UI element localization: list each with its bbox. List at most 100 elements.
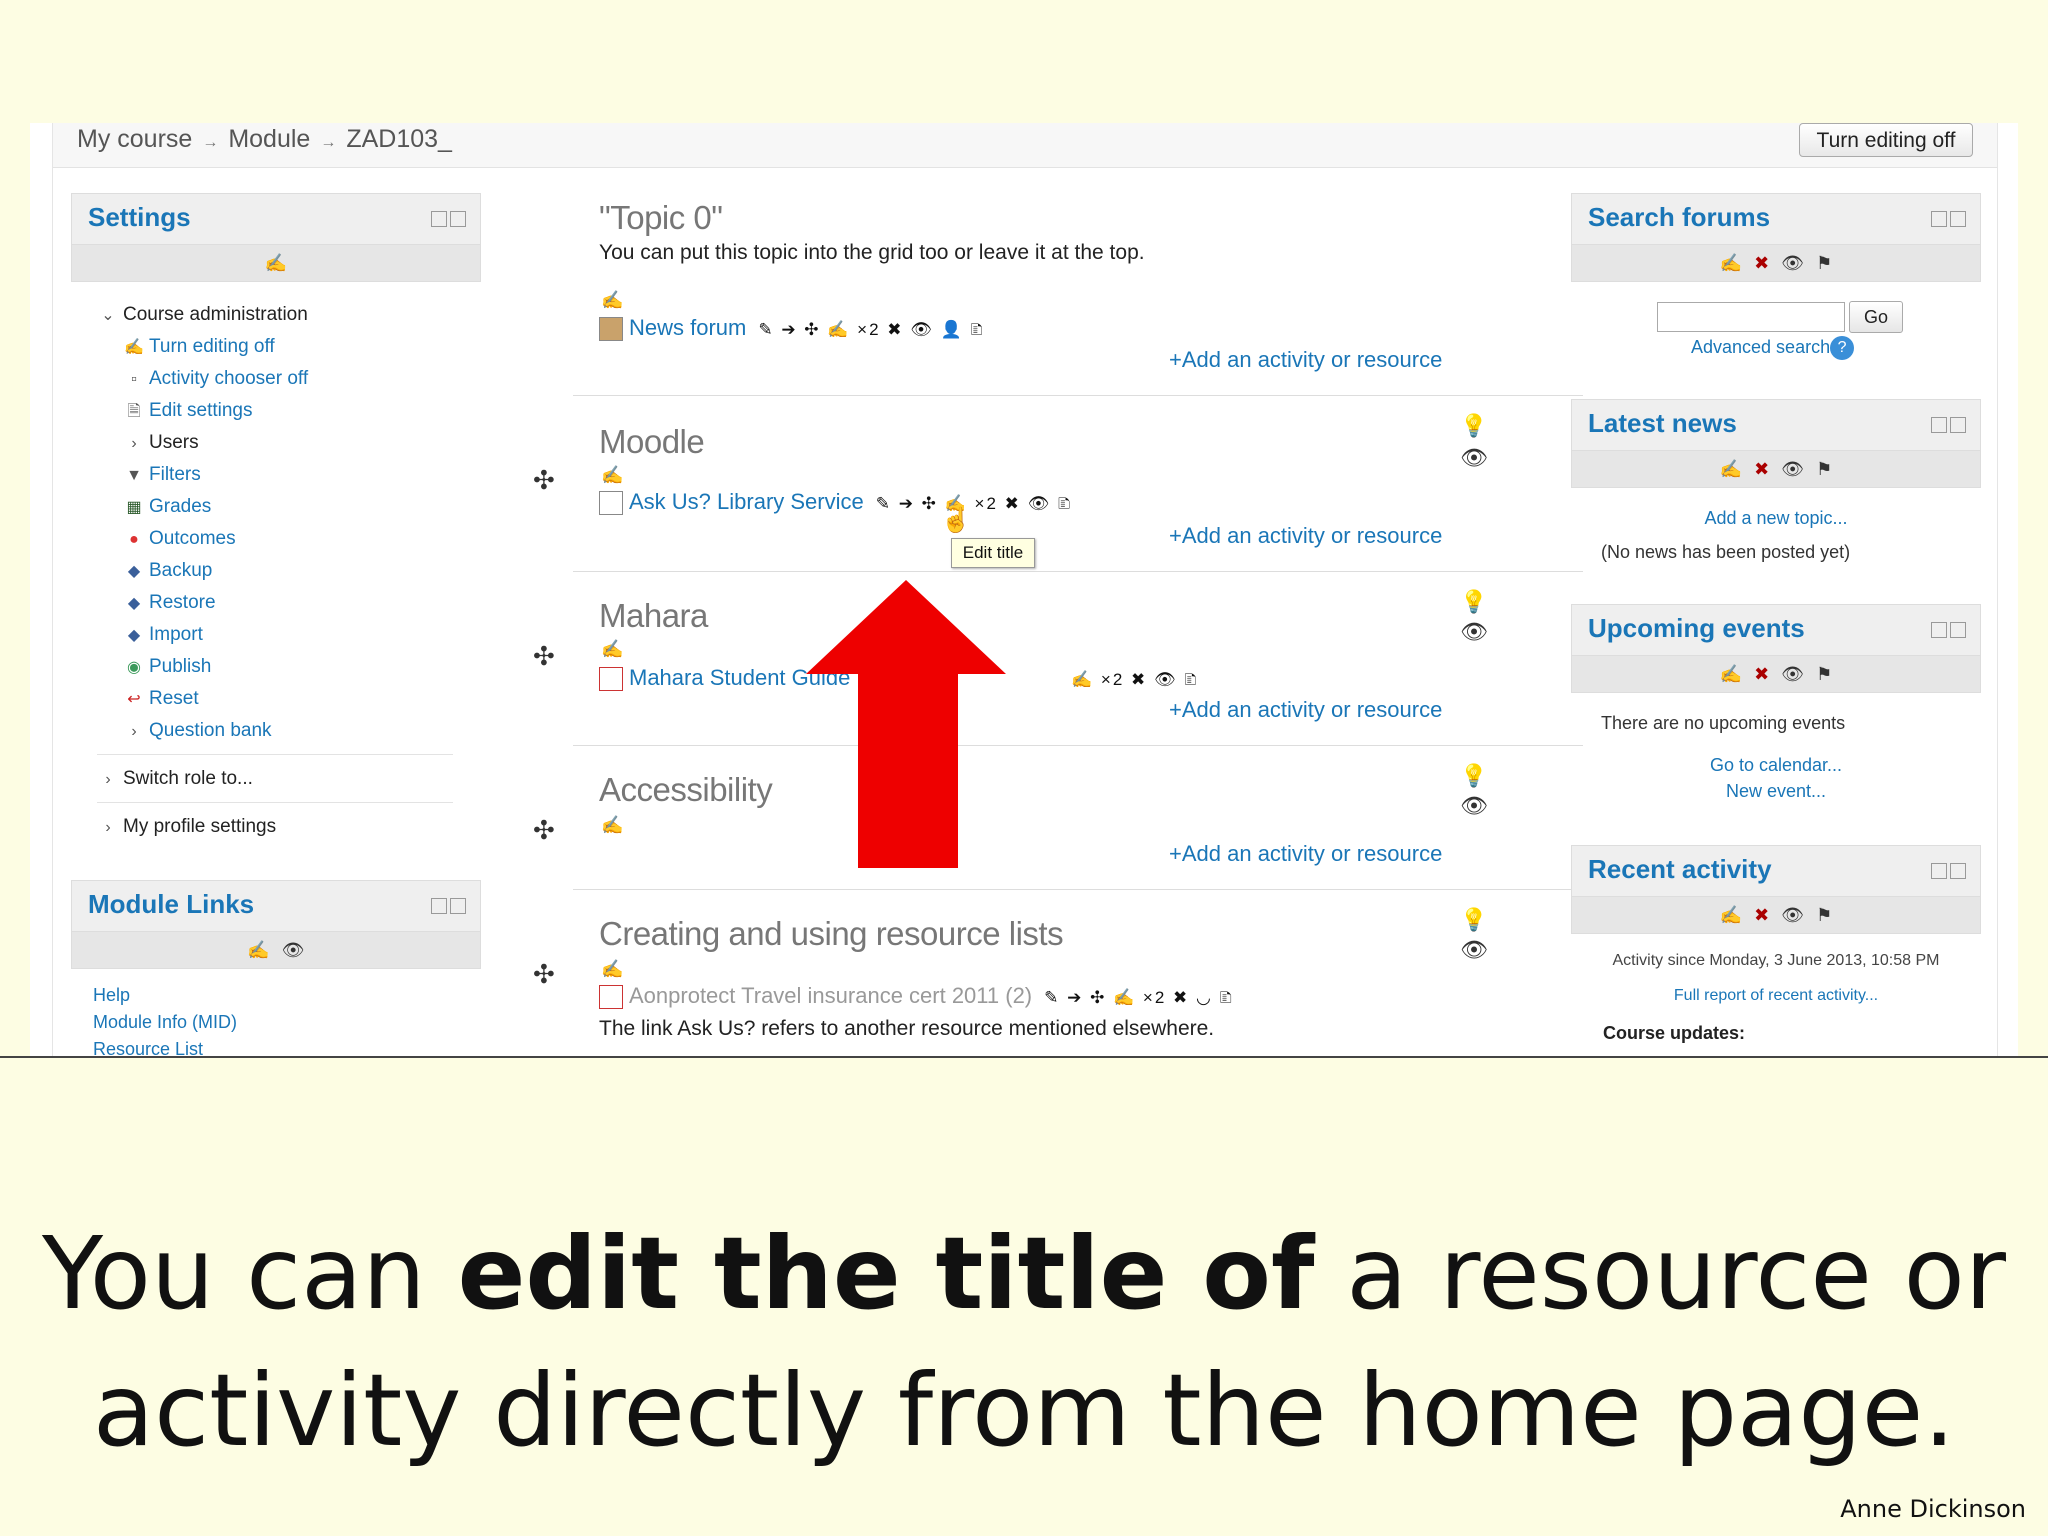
eye-icon[interactable]: 👁 xyxy=(1781,253,1804,273)
block-controls[interactable] xyxy=(1928,862,1968,882)
breadcrumb-item-module[interactable]: Module xyxy=(228,125,310,153)
edit-icon[interactable]: ✍ xyxy=(1720,253,1742,273)
profile-settings-node[interactable]: › My profile settings xyxy=(97,816,276,838)
settings-item-edit-settings[interactable]: 🗎 Edit settings xyxy=(123,400,253,427)
collapse-icon[interactable] xyxy=(1931,210,1947,227)
eye-icon[interactable]: 👁 xyxy=(1781,664,1804,684)
assign-roles-icon[interactable]: ⚑ xyxy=(1816,905,1832,925)
eye-icon[interactable]: 👁 xyxy=(1459,445,1489,471)
collapse-icon[interactable] xyxy=(431,210,447,227)
assign-roles-icon[interactable]: ⚑ xyxy=(1816,459,1832,479)
help-icon[interactable]: ? xyxy=(1830,336,1855,360)
collapse-icon[interactable] xyxy=(431,897,447,914)
dock-icon[interactable] xyxy=(450,897,466,914)
delete-icon[interactable]: ✖ xyxy=(1754,459,1769,479)
activity-travel-insurance[interactable]: Aonprotect Travel insurance cert 2011 (2… xyxy=(599,983,1234,1014)
activity-ask-us-library[interactable]: Ask Us? Library Service ✎ ➔ ✣ ✍ ×2 ✖ 👁 🗈 xyxy=(599,489,1072,520)
settings-item-grades[interactable]: ▦ Grades xyxy=(123,496,211,518)
edit-icon[interactable]: ✍ xyxy=(265,253,287,273)
move-icon[interactable]: ✣ xyxy=(533,465,555,496)
dock-icon[interactable] xyxy=(1950,862,1966,879)
full-report-link[interactable]: Full report of recent activity... xyxy=(1571,987,1981,1005)
edit-icon[interactable]: ✍ xyxy=(601,959,623,980)
module-link-resource-list[interactable]: Resource List xyxy=(93,1039,203,1056)
section-divider xyxy=(573,889,1583,890)
edit-icon[interactable]: ✍ xyxy=(1720,664,1742,684)
turn-editing-off-button[interactable]: Turn editing off xyxy=(1799,123,1973,157)
advanced-search-link[interactable]: Advanced search? xyxy=(1691,336,1855,360)
module-link-help[interactable]: Help xyxy=(93,985,130,1006)
dock-icon[interactable] xyxy=(1950,210,1966,227)
breadcrumb-item-my-course[interactable]: My course xyxy=(77,125,192,153)
delete-icon[interactable]: ✖ xyxy=(1754,905,1769,925)
edit-icon[interactable]: ✍ xyxy=(601,465,623,486)
activity-edit-tools[interactable]: ✎ ➔ ✣ ✍ ×2 ✖ 👁 👤 🗈 xyxy=(758,320,985,339)
section-title-accessibility: Accessibility xyxy=(599,771,773,808)
edit-icon[interactable]: ✍ xyxy=(1720,459,1742,479)
settings-item-backup[interactable]: ◆ Backup xyxy=(123,560,213,582)
dock-icon[interactable] xyxy=(450,210,466,227)
eye-icon[interactable]: 👁 xyxy=(1459,619,1489,645)
module-link-mid[interactable]: Module Info (MID) xyxy=(93,1012,237,1033)
edit-icon[interactable]: ✍ xyxy=(601,815,623,836)
activity-edit-tools-mahara[interactable]: ✍ ×2 ✖ 👁 🗈 xyxy=(1059,665,1199,696)
edit-icon[interactable]: ✍ xyxy=(601,290,623,311)
add-activity-link[interactable]: +Add an activity or resource xyxy=(1169,347,1442,373)
lightbulb-icon[interactable]: 💡 xyxy=(1459,589,1489,615)
settings-item-question-bank[interactable]: › Question bank xyxy=(123,720,271,742)
add-activity-link[interactable]: +Add an activity or resource xyxy=(1169,697,1442,723)
move-icon[interactable]: ✣ xyxy=(533,641,555,672)
settings-item-users[interactable]: › Users xyxy=(123,432,198,454)
lightbulb-icon[interactable]: 💡 xyxy=(1459,763,1489,789)
block-controls[interactable] xyxy=(1928,416,1968,436)
settings-item-turn-editing-off[interactable]: ✍ Turn editing off xyxy=(123,336,275,358)
collapse-icon[interactable] xyxy=(1931,416,1947,433)
eye-icon[interactable]: 👁 xyxy=(1459,793,1489,819)
activity-news-forum[interactable]: News forum ✎ ➔ ✣ ✍ ×2 ✖ 👁 👤 🗈 xyxy=(599,315,985,346)
dock-icon[interactable] xyxy=(1950,621,1966,638)
new-event-link[interactable]: New event... xyxy=(1571,781,1981,802)
activity-edit-tools[interactable]: ✎ ➔ ✣ ✍ ×2 ✖ 👁 🗈 xyxy=(876,494,1073,513)
add-activity-link[interactable]: +Add an activity or resource xyxy=(1169,841,1442,867)
lightbulb-icon[interactable]: 💡 xyxy=(1459,907,1489,933)
settings-item-restore[interactable]: ◆ Restore xyxy=(123,592,216,614)
settings-item-import[interactable]: ◆ Import xyxy=(123,624,203,646)
edit-icon[interactable]: ✍ xyxy=(1720,905,1742,925)
edit-icon[interactable]: ✍ xyxy=(247,940,269,960)
upcoming-events-body: There are no upcoming events Go to calen… xyxy=(1571,693,1981,823)
assign-roles-icon[interactable]: ⚑ xyxy=(1816,664,1832,684)
settings-item-filters[interactable]: ▼ Filters xyxy=(123,464,201,486)
activity-edit-tools[interactable]: ✎ ➔ ✣ ✍ ×2 ✖ ◡ 🗈 xyxy=(1044,988,1234,1007)
add-activity-link[interactable]: +Add an activity or resource xyxy=(1169,523,1442,549)
move-icon[interactable]: ✣ xyxy=(533,959,555,990)
block-controls[interactable] xyxy=(428,897,468,917)
search-go-button[interactable]: Go xyxy=(1849,301,1903,333)
eye-icon[interactable]: 👁 xyxy=(282,940,305,960)
move-icon[interactable]: ✣ xyxy=(533,815,555,846)
settings-tree: ⌄ Course administration ✍ Turn editing off… xyxy=(71,282,481,842)
delete-icon[interactable]: ✖ xyxy=(1754,664,1769,684)
edit-icon[interactable]: ✍ xyxy=(601,639,623,660)
block-controls[interactable] xyxy=(1928,621,1968,641)
block-controls[interactable] xyxy=(1928,210,1968,230)
settings-item-outcomes[interactable]: ● Outcomes xyxy=(123,528,235,550)
add-new-topic-link[interactable]: Add a new topic... xyxy=(1571,508,1981,529)
search-forums-input[interactable] xyxy=(1657,302,1845,332)
block-controls[interactable] xyxy=(428,210,468,230)
eye-icon[interactable]: 👁 xyxy=(1781,459,1804,479)
settings-item-publish[interactable]: ◉ Publish xyxy=(123,656,211,678)
dock-icon[interactable] xyxy=(1950,416,1966,433)
delete-icon[interactable]: ✖ xyxy=(1754,253,1769,273)
lightbulb-icon[interactable]: 💡 xyxy=(1459,413,1489,439)
settings-item-activity-chooser-off[interactable]: ▫ Activity chooser off xyxy=(123,368,308,390)
switch-role-node[interactable]: › Switch role to... xyxy=(97,768,253,790)
go-to-calendar-link[interactable]: Go to calendar... xyxy=(1571,755,1981,776)
collapse-icon[interactable] xyxy=(1931,862,1947,879)
eye-icon[interactable]: 👁 xyxy=(1781,905,1804,925)
settings-item-reset[interactable]: ↩ Reset xyxy=(123,688,198,710)
collapse-icon[interactable] xyxy=(1931,621,1947,638)
course-administration-node[interactable]: ⌄ Course administration xyxy=(97,304,308,326)
assign-roles-icon[interactable]: ⚑ xyxy=(1816,253,1832,273)
eye-icon[interactable]: 👁 xyxy=(1459,937,1489,963)
outcomes-icon: ● xyxy=(129,531,139,548)
